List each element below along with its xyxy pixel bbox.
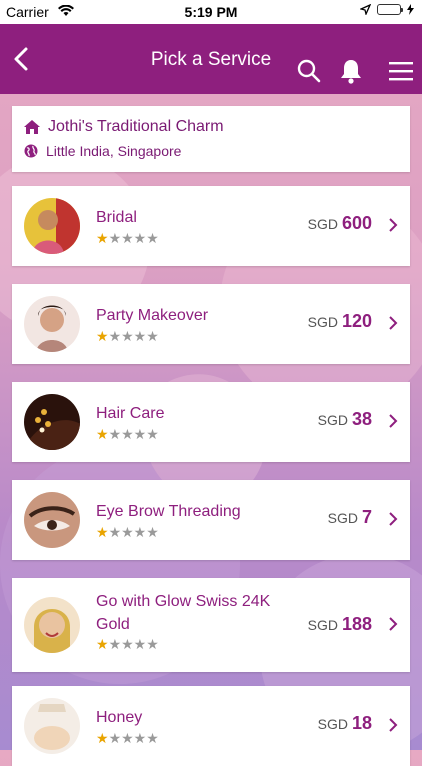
price-currency: SGD xyxy=(307,216,338,232)
service-item-bridal[interactable]: Bridal ★★★★★ SGD 600 xyxy=(12,186,410,266)
service-item-glow-swiss-24k-gold[interactable]: Go with Glow Swiss 24K Gold ★★★★★ SGD 188 xyxy=(12,578,410,672)
service-price: SGD 38 xyxy=(318,409,372,430)
service-price: SGD 7 xyxy=(328,507,372,528)
service-item-hair-care[interactable]: Hair Care ★★★★★ SGD 38 xyxy=(12,382,410,462)
star-rating: ★★★★★ xyxy=(96,636,159,652)
service-name: Hair Care xyxy=(96,405,165,422)
chevron-right-icon xyxy=(389,414,398,428)
shop-location-row: Little India, Singapore xyxy=(24,143,181,159)
service-name: Party Makeover xyxy=(96,307,209,324)
service-item-eye-brow-threading[interactable]: Eye Brow Threading ★★★★★ SGD 7 xyxy=(12,480,410,560)
star-rating: ★★★★★ xyxy=(96,730,159,746)
star-rating: ★★★★★ xyxy=(96,328,159,344)
bell-icon[interactable] xyxy=(338,57,364,85)
service-thumbnail xyxy=(24,492,80,548)
nav-bar: Pick a Service xyxy=(0,24,422,94)
service-thumbnail xyxy=(24,296,80,352)
star-rating: ★★★★★ xyxy=(96,230,159,246)
service-name: Honey xyxy=(96,709,143,726)
search-icon[interactable] xyxy=(296,58,322,84)
price-currency: SGD xyxy=(307,314,338,330)
service-price: SGD 188 xyxy=(308,614,372,635)
price-amount: 188 xyxy=(341,614,372,634)
shop-info-card: Jothi's Traditional Charm Little India, … xyxy=(12,106,410,172)
service-price: SGD 600 xyxy=(308,213,372,234)
shop-name: Jothi's Traditional Charm xyxy=(48,118,224,135)
star-rating: ★★★★★ xyxy=(96,426,159,442)
service-thumbnail xyxy=(24,698,80,754)
shop-name-row: Jothi's Traditional Charm xyxy=(24,118,224,136)
price-currency: SGD xyxy=(327,510,358,526)
service-item-party-makeover[interactable]: Party Makeover ★★★★★ SGD 120 xyxy=(12,284,410,364)
chevron-right-icon xyxy=(389,218,398,232)
globe-icon xyxy=(24,144,38,158)
shop-location: Little India, Singapore xyxy=(46,143,182,159)
service-thumbnail xyxy=(24,597,80,653)
hamburger-menu-icon[interactable] xyxy=(388,60,414,82)
price-currency: SGD xyxy=(307,617,338,633)
status-bar: Carrier 5:19 PM xyxy=(0,0,422,24)
price-currency: SGD xyxy=(317,412,348,428)
price-amount: 18 xyxy=(351,713,372,733)
price-amount: 7 xyxy=(361,507,372,527)
clock: 5:19 PM xyxy=(184,4,238,20)
home-icon xyxy=(24,120,40,134)
price-amount: 600 xyxy=(341,213,372,233)
price-amount: 120 xyxy=(341,311,372,331)
service-thumbnail xyxy=(24,198,80,254)
location-arrow-icon xyxy=(360,4,371,15)
service-name: Go with Glow Swiss 24K Gold xyxy=(96,593,271,633)
service-name: Bridal xyxy=(96,209,137,226)
service-thumbnail xyxy=(24,394,80,450)
chevron-right-icon xyxy=(389,718,398,732)
chevron-right-icon xyxy=(389,316,398,330)
service-name: Eye Brow Threading xyxy=(96,503,241,520)
battery-icon xyxy=(377,4,403,15)
service-price: SGD 120 xyxy=(308,311,372,332)
star-rating: ★★★★★ xyxy=(96,524,159,540)
service-price: SGD 18 xyxy=(318,713,372,734)
price-currency: SGD xyxy=(317,716,348,732)
charging-icon xyxy=(407,4,414,15)
service-item-honey[interactable]: Honey ★★★★★ SGD 18 xyxy=(12,686,410,766)
chevron-right-icon xyxy=(389,617,398,631)
chevron-right-icon xyxy=(389,512,398,526)
price-amount: 38 xyxy=(351,409,372,429)
